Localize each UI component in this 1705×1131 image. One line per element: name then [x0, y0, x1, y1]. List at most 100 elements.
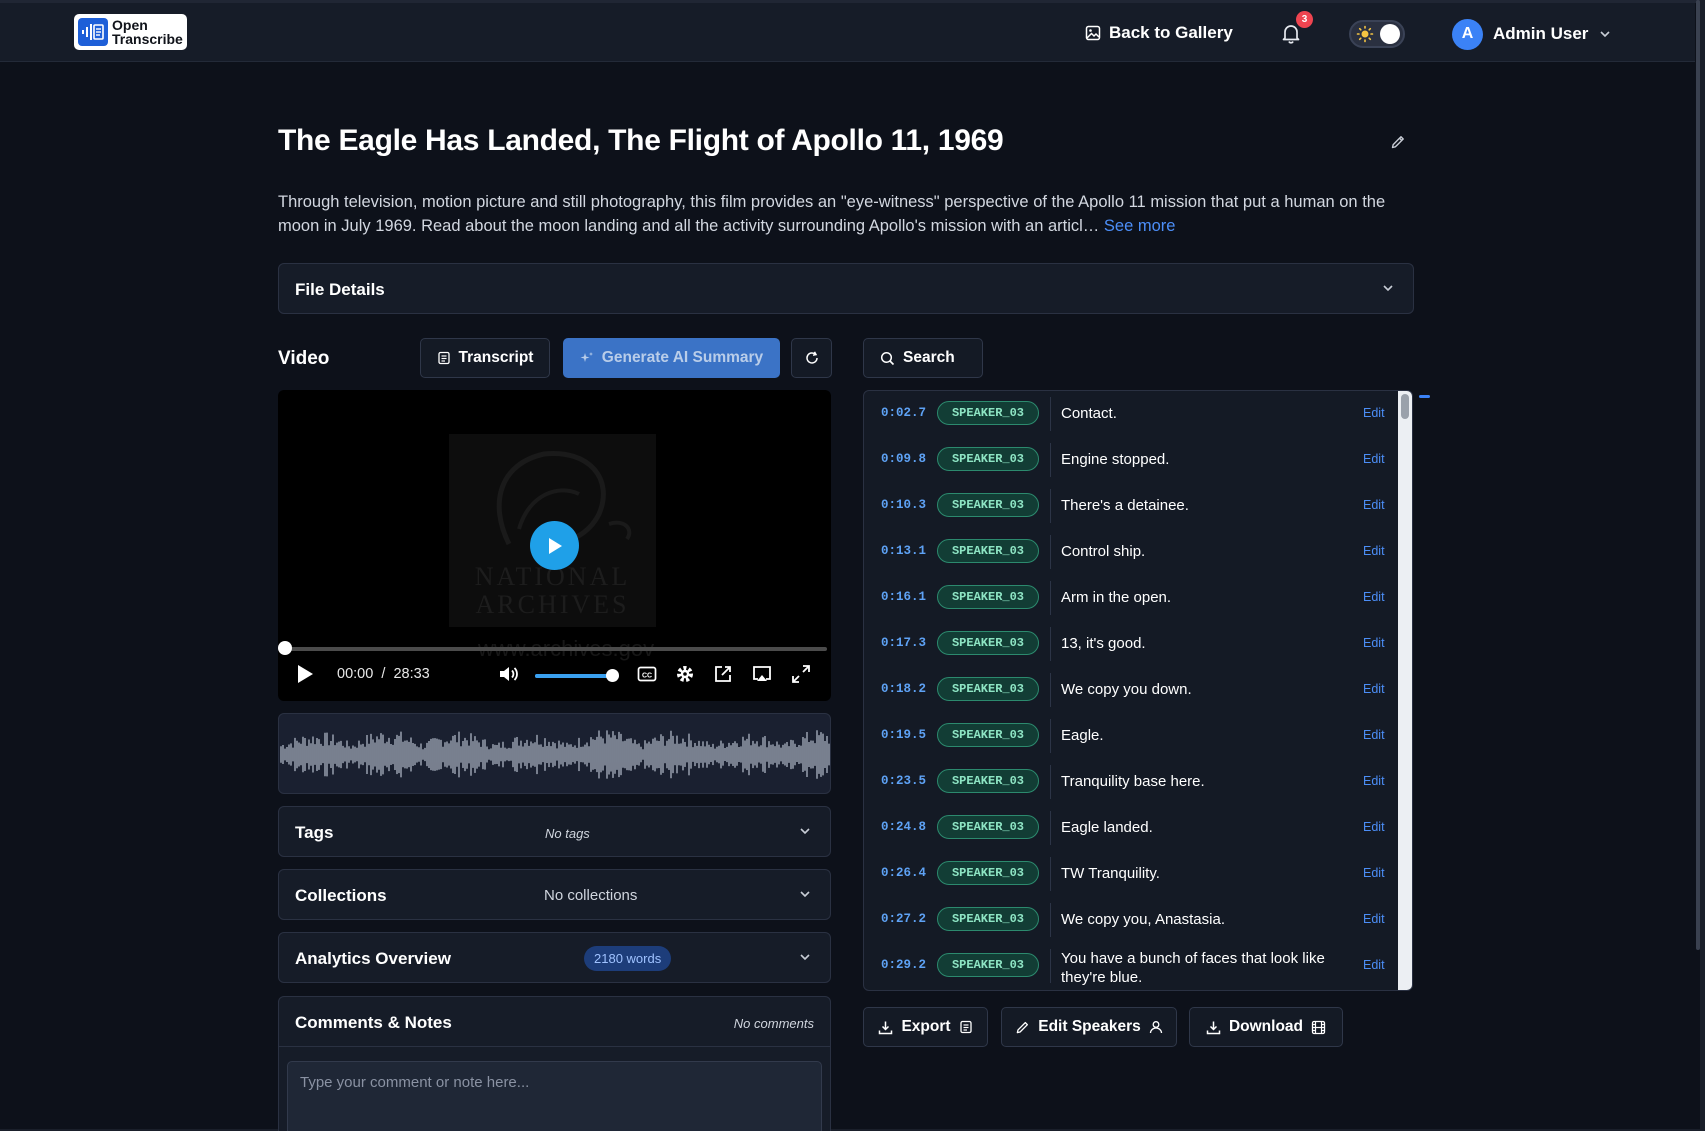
segment-edit-link[interactable]: Edit [1363, 912, 1385, 926]
transcript-list[interactable]: 0:02.7 SPEAKER_03 Contact. Edit 0:09.8 SPEAKE… [863, 390, 1413, 991]
speaker-badge[interactable]: SPEAKER_03 [937, 493, 1039, 517]
transcript-segment[interactable]: 0:02.7 SPEAKER_03 Contact. Edit [864, 391, 1399, 437]
transcript-segment[interactable]: 0:18.2 SPEAKER_03 We copy you down. Edit [864, 667, 1399, 713]
current-time: 00:00 [337, 666, 374, 682]
segment-timestamp[interactable]: 0:10.3 [881, 498, 926, 512]
segment-timestamp[interactable]: 0:27.2 [881, 912, 926, 926]
refresh-button[interactable] [791, 338, 832, 378]
transcript-search-button[interactable]: Search [863, 338, 983, 378]
segment-timestamp[interactable]: 0:19.5 [881, 728, 926, 742]
segment-edit-link[interactable]: Edit [1363, 544, 1385, 558]
segment-edit-link[interactable]: Edit [1363, 820, 1385, 834]
segment-divider [1050, 443, 1051, 477]
settings-gear-icon[interactable] [675, 664, 695, 684]
collections-label: Collections [295, 886, 387, 905]
speaker-badge[interactable]: SPEAKER_03 [937, 861, 1039, 885]
speaker-badge[interactable]: SPEAKER_03 [937, 585, 1039, 609]
export-button[interactable]: Export [863, 1007, 988, 1047]
page-scrollbar[interactable] [1696, 0, 1700, 950]
transcript-segment[interactable]: 0:24.8 SPEAKER_03 Eagle landed. Edit [864, 805, 1399, 851]
speaker-badge[interactable]: SPEAKER_03 [937, 539, 1039, 563]
segment-timestamp[interactable]: 0:02.7 [881, 406, 926, 420]
pencil-icon[interactable] [1390, 134, 1406, 150]
search-icon [880, 351, 895, 365]
segment-timestamp[interactable]: 0:24.8 [881, 820, 926, 834]
speaker-badge[interactable]: SPEAKER_03 [937, 907, 1039, 931]
airplay-icon[interactable] [752, 664, 772, 684]
segment-timestamp[interactable]: 0:29.2 [881, 958, 926, 972]
transcript-segment[interactable]: 0:10.3 SPEAKER_03 There's a detainee. Edit [864, 483, 1399, 529]
divider [279, 1046, 830, 1047]
transcript-scrollbar[interactable] [1398, 391, 1412, 990]
comments-count: No comments [733, 1016, 814, 1031]
download-button[interactable]: Download [1189, 1007, 1343, 1047]
transcript-segment[interactable]: 0:23.5 SPEAKER_03 Tranquility base here. Ed… [864, 759, 1399, 805]
video-player[interactable]: NATIONAL ARCHIVES www.archives.gov 00:00… [278, 390, 831, 701]
big-play-button[interactable] [530, 521, 579, 570]
transcript-segment[interactable]: 0:26.4 SPEAKER_03 TW Tranquility. Edit [864, 851, 1399, 897]
analytics-overview-accordion[interactable]: Analytics Overview 2180 words [278, 932, 831, 983]
segment-timestamp[interactable]: 0:13.1 [881, 544, 926, 558]
speaker-badge[interactable]: SPEAKER_03 [937, 447, 1039, 471]
speaker-badge[interactable]: SPEAKER_03 [937, 953, 1039, 977]
transcript-segment[interactable]: 0:17.3 SPEAKER_03 13, it's good. Edit [864, 621, 1399, 667]
segment-edit-link[interactable]: Edit [1363, 590, 1385, 604]
segment-edit-link[interactable]: Edit [1363, 636, 1385, 650]
word-count-badge: 2180 words [584, 946, 672, 971]
play-icon[interactable] [296, 664, 314, 684]
app-logo[interactable]: Open Transcribe [74, 14, 187, 50]
description-text: Through television, motion picture and s… [278, 193, 1386, 235]
transcript-segment[interactable]: 0:16.1 SPEAKER_03 Arm in the open. Edit [864, 575, 1399, 621]
comments-notes-panel: Comments & Notes No comments [278, 996, 831, 1131]
segment-timestamp[interactable]: 0:16.1 [881, 590, 926, 604]
collections-accordion[interactable]: Collections No collections [278, 869, 831, 920]
tags-accordion[interactable]: Tags No tags [278, 806, 831, 857]
segment-timestamp[interactable]: 0:18.2 [881, 682, 926, 696]
segment-edit-link[interactable]: Edit [1363, 958, 1385, 972]
edit-speakers-button[interactable]: Edit Speakers [1001, 1007, 1177, 1047]
speaker-badge[interactable]: SPEAKER_03 [937, 723, 1039, 747]
segment-timestamp[interactable]: 0:23.5 [881, 774, 926, 788]
video-progress-bar[interactable] [284, 647, 827, 651]
segment-divider [1050, 489, 1051, 523]
segment-edit-link[interactable]: Edit [1363, 866, 1385, 880]
segment-edit-link[interactable]: Edit [1363, 774, 1385, 788]
segment-edit-link[interactable]: Edit [1363, 452, 1385, 466]
user-menu[interactable]: A Admin User [1452, 18, 1612, 50]
transcript-segment[interactable]: 0:09.8 SPEAKER_03 Engine stopped. Edit [864, 437, 1399, 483]
speaker-badge[interactable]: SPEAKER_03 [937, 401, 1039, 425]
comment-input[interactable] [287, 1061, 822, 1131]
transcript-button[interactable]: Transcript [420, 338, 550, 378]
segment-timestamp[interactable]: 0:09.8 [881, 452, 926, 466]
volume-handle[interactable] [606, 669, 620, 682]
theme-toggle[interactable] [1349, 20, 1405, 48]
generate-ai-summary-button[interactable]: Generate AI Summary [563, 338, 780, 378]
volume-icon[interactable] [498, 664, 520, 684]
segment-text: 13, it's good. [1061, 635, 1146, 652]
back-to-gallery-link[interactable]: Back to Gallery [1085, 20, 1233, 46]
segment-edit-link[interactable]: Edit [1363, 498, 1385, 512]
transcript-segment[interactable]: 0:19.5 SPEAKER_03 Eagle. Edit [864, 713, 1399, 759]
progress-handle[interactable] [278, 641, 292, 655]
speaker-badge[interactable]: SPEAKER_03 [937, 677, 1039, 701]
speaker-badge[interactable]: SPEAKER_03 [937, 631, 1039, 655]
transcript-segment[interactable]: 0:13.1 SPEAKER_03 Control ship. Edit [864, 529, 1399, 575]
speaker-badge[interactable]: SPEAKER_03 [937, 815, 1039, 839]
segment-edit-link[interactable]: Edit [1363, 406, 1385, 420]
closed-captions-icon[interactable]: CC [637, 664, 657, 684]
segment-text: Control ship. [1061, 543, 1146, 560]
file-details-label: File Details [295, 280, 385, 299]
file-details-accordion[interactable]: File Details [278, 263, 1414, 314]
transcript-segment[interactable]: 0:27.2 SPEAKER_03 We copy you, Anastasia. E… [864, 897, 1399, 943]
transcript-scrollbar-thumb[interactable] [1401, 394, 1409, 419]
popout-icon[interactable] [713, 664, 733, 684]
see-more-link[interactable]: See more [1104, 217, 1176, 235]
segment-timestamp[interactable]: 0:17.3 [881, 636, 926, 650]
fullscreen-icon[interactable] [791, 664, 811, 684]
segment-timestamp[interactable]: 0:26.4 [881, 866, 926, 880]
speaker-badge[interactable]: SPEAKER_03 [937, 769, 1039, 793]
transcript-segment[interactable]: 0:29.2 SPEAKER_03 You have a bunch of face… [864, 943, 1399, 990]
segment-edit-link[interactable]: Edit [1363, 682, 1385, 696]
segment-edit-link[interactable]: Edit [1363, 728, 1385, 742]
audio-waveform[interactable] [278, 713, 831, 794]
